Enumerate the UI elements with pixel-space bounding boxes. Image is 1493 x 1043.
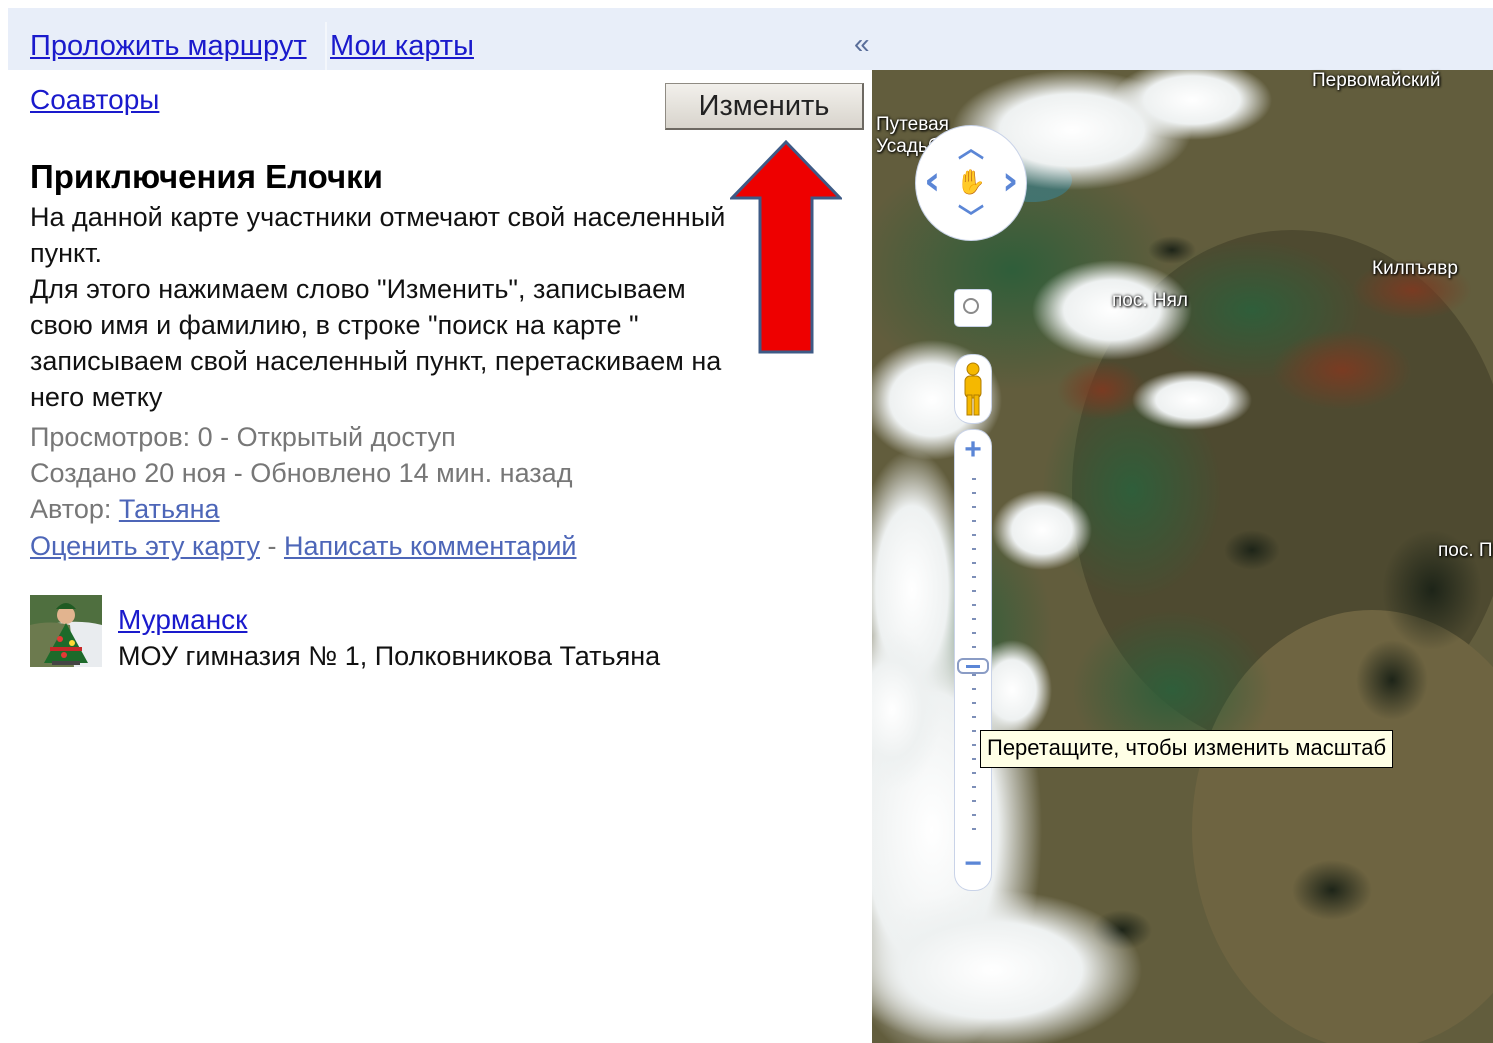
rating-row: Оценить эту карту - Написать комментарий — [30, 528, 577, 564]
zoom-slider-handle[interactable] — [957, 658, 989, 674]
satellite-map[interactable]: Первомайский Путевая Усадьба Килпъявр по… — [872, 0, 1493, 1043]
zoom-in-button[interactable]: + — [955, 432, 991, 468]
created-info: Создано 20 ноя - Обновлено 14 мин. назад — [30, 458, 573, 488]
map-title: Приключения Елочки — [30, 158, 383, 195]
description-line: пункт. — [30, 238, 103, 268]
pegman-icon[interactable] — [955, 355, 991, 423]
pan-up-icon[interactable]: ︿ — [958, 128, 984, 165]
pan-left-icon[interactable]: ‹ — [924, 158, 940, 204]
map-label-nyal: пос. Нял — [1112, 290, 1189, 311]
description-line: него метку — [30, 382, 163, 412]
rate-separator: - — [259, 531, 284, 561]
circle-icon — [963, 298, 979, 314]
author-label: Автор: — [30, 494, 112, 524]
map-label-pervomaisky: Первомайский — [1312, 70, 1441, 91]
author-info: Автор: Татьяна — [30, 491, 220, 527]
write-comment-link[interactable]: Написать комментарий — [284, 531, 577, 561]
pan-control[interactable]: ︿ ﹀ ‹ › ✋ — [916, 126, 1026, 240]
map-label-pos-edge: пос. П — [1438, 540, 1493, 561]
map-label-kilpyavr: Килпъявр — [1372, 258, 1458, 279]
red-arrow-annotation — [730, 140, 842, 354]
description-line: записываем свой населенный пункт, перета… — [30, 346, 722, 376]
reset-view-button[interactable] — [955, 290, 991, 326]
pan-down-icon[interactable]: ﹀ — [958, 198, 984, 235]
map-top-strip — [872, 8, 1493, 70]
street-view-pegman[interactable] — [955, 355, 991, 423]
directions-link[interactable]: Проложить маршрут — [30, 30, 307, 63]
map-description: На данной карте участники отмечают свой … — [30, 199, 800, 415]
zoom-out-button[interactable]: − — [955, 846, 991, 882]
hand-icon[interactable]: ✋ — [956, 168, 986, 196]
topbar-divider — [325, 22, 327, 70]
pan-right-icon[interactable]: › — [1002, 158, 1018, 204]
views-info: Просмотров: 0 - Открытый доступ — [30, 422, 456, 452]
map-label-putevaya: Путевая — [876, 114, 949, 135]
edit-button[interactable]: Изменить — [665, 83, 864, 130]
description-line: Для этого нажимаем слово "Изменить", зап… — [30, 274, 686, 304]
panel-topbar: Проложить маршрут Мои карты « — [8, 8, 872, 70]
zoom-tooltip: Перетащите, чтобы изменить масштаб — [980, 730, 1394, 768]
description-line: На данной карте участники отмечают свой … — [30, 202, 726, 232]
description-line: свою имя и фамилию, в строке "поиск на к… — [30, 310, 639, 340]
placemark-description: МОУ гимназия № 1, Полковникова Татьяна — [118, 641, 661, 671]
rate-map-link[interactable]: Оценить эту карту — [30, 531, 260, 561]
placemark-thumbnail[interactable] — [30, 595, 102, 667]
my-maps-link[interactable]: Мои карты — [330, 30, 474, 63]
collapse-panel-icon[interactable]: « — [854, 30, 870, 58]
placemark-title-link[interactable]: Мурманск — [118, 604, 247, 636]
coauthors-link[interactable]: Соавторы — [30, 84, 159, 116]
author-link[interactable]: Татьяна — [119, 494, 220, 524]
